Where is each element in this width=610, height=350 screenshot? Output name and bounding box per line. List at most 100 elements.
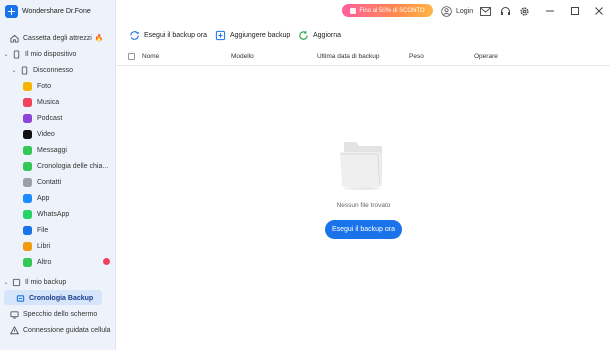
sidebar-item-toolbox[interactable]: Cassetta degli attrezzi 🔥 [10,30,126,46]
gift-icon [350,7,357,14]
app-brand: Wondershare Dr.Fone [5,3,91,19]
sidebar-item-label: Altro [37,258,52,266]
sidebar-item-app[interactable]: Foto [23,78,139,94]
add-backup-icon [215,30,226,40]
notification-dot [103,258,110,265]
maximize-icon [571,7,579,15]
phone-icon [23,161,32,171]
sidebar-item-label: Video [37,130,55,138]
drfone-logo-icon [5,4,18,18]
sidebar-item-label: Cronologia delle chia... [37,162,109,170]
sidebar: Wondershare Dr.Fone Cassetta degli attre… [0,0,116,350]
sidebar-item-label: Cassetta degli attrezzi [23,34,92,42]
sidebar-item-label: Messaggi [37,146,67,154]
chevron-down-icon: ⌄ [11,67,17,74]
sidebar-item-label: Specchio dello schermo [23,310,98,318]
warning-icon [10,325,19,334]
promo-banner[interactable]: Fino al 50% di SCONTO [342,4,433,17]
sidebar-item-label: App [37,194,50,202]
support-button[interactable] [500,5,511,17]
sidebar-item-label: Disconnesso [33,66,74,74]
empty-state-message: Nessun file trovato [336,202,391,209]
gear-icon [520,6,529,16]
minimize-button[interactable] [545,5,555,17]
sidebar-item-label: WhatsApp [37,210,70,218]
column-header-model[interactable]: Modello [231,53,254,60]
phone-outline-icon [21,65,28,75]
sidebar-item-app[interactable]: Altro [23,254,116,270]
contacts-icon [23,177,32,187]
add-backup-button[interactable]: Aggiungere backup [215,28,290,42]
minimize-icon [546,10,554,12]
column-header-last-backup[interactable]: Ultima data di backup [317,53,380,60]
sidebar-item-label: Foto [37,82,52,90]
sidebar-item-app[interactable]: Musica [23,94,139,110]
sidebar-item-label: Connessione guidata cellula [23,326,111,334]
sidebar-item-label: Podcast [37,114,63,122]
sidebar-item-screen-mirror[interactable]: Specchio dello schermo [10,306,126,322]
backup-now-button[interactable]: Esegui il backup ora [129,28,207,42]
sidebar-item-app[interactable]: Messaggi [23,142,139,158]
empty-backup-now-button[interactable]: Esegui il backup ora [325,220,402,239]
appstore-icon [23,193,32,203]
sidebar-item-guided-connection[interactable]: Connessione guidata cellula [10,322,126,338]
chevron-down-icon: ⌄ [3,279,9,286]
close-icon [595,7,603,15]
sidebar-item-app[interactable]: Podcast [23,110,139,126]
podcast-icon [23,113,32,123]
app-name: Wondershare Dr.Fone [22,7,91,15]
backup-sync-icon [130,30,139,40]
column-header-size[interactable]: Peso [409,53,424,60]
refresh-label: Aggiorna [313,31,342,39]
sidebar-item-label: Il mio backup [25,278,67,286]
refresh-button[interactable]: Aggiorna [298,28,341,42]
user-icon [441,5,452,17]
home-icon [10,34,19,43]
more-icon [23,257,32,267]
files-icon [23,225,32,235]
mail-button[interactable] [480,5,491,17]
add-backup-label: Aggiungere backup [230,31,291,39]
history-icon [16,294,25,302]
messages-icon [23,145,32,155]
music-icon [23,97,32,107]
settings-button[interactable] [519,5,530,17]
table-header: Nome Modello Ultima data di backup Peso … [117,48,610,66]
sidebar-item-label: File [37,226,49,234]
sidebar-item-my-device[interactable]: ⌄ Il mio dispositivo [2,46,118,62]
headset-icon [501,6,510,15]
photos-icon [23,81,32,91]
empty-folder-icon [340,142,382,190]
promo-text: Fino al 50% di SCONTO [359,7,425,14]
mail-icon [480,6,491,16]
login-button[interactable]: Login [441,5,473,17]
column-header-operate[interactable]: Operare [474,53,498,60]
mirror-icon [10,310,19,319]
sidebar-item-app[interactable]: Libri [23,238,139,254]
tv-icon [23,129,32,139]
sidebar-item-label: Musica [37,98,60,106]
backup-icon [12,278,21,286]
chevron-down-icon: ⌄ [3,51,9,58]
sidebar-item-my-backup[interactable]: ⌄ Il mio backup [2,274,118,290]
fire-icon: 🔥 [94,35,104,42]
sidebar-item-disconnected[interactable]: ⌄ Disconnesso [10,62,126,78]
sidebar-item-backup-history[interactable]: Cronologia Backup [16,290,132,306]
column-header-name[interactable]: Nome [142,53,159,60]
sidebar-item-app[interactable]: File [23,222,139,238]
backup-now-label: Esegui il backup ora [144,31,208,39]
books-icon [23,241,32,251]
sidebar-item-label: Libri [37,242,51,250]
sidebar-item-app[interactable]: Contatti [23,174,139,190]
sidebar-item-label: Il mio dispositivo [25,50,77,58]
refresh-icon [299,30,308,40]
select-all-checkbox[interactable] [128,53,135,60]
login-label: Login [456,7,474,15]
whatsapp-icon [23,209,32,219]
maximize-button[interactable] [570,5,580,17]
device-icon [13,49,20,59]
sidebar-item-app[interactable]: Cronologia delle chia... [23,158,139,174]
sidebar-item-app[interactable]: Video [23,126,139,142]
close-button[interactable] [594,5,604,17]
sidebar-item-label: Contatti [37,178,62,186]
